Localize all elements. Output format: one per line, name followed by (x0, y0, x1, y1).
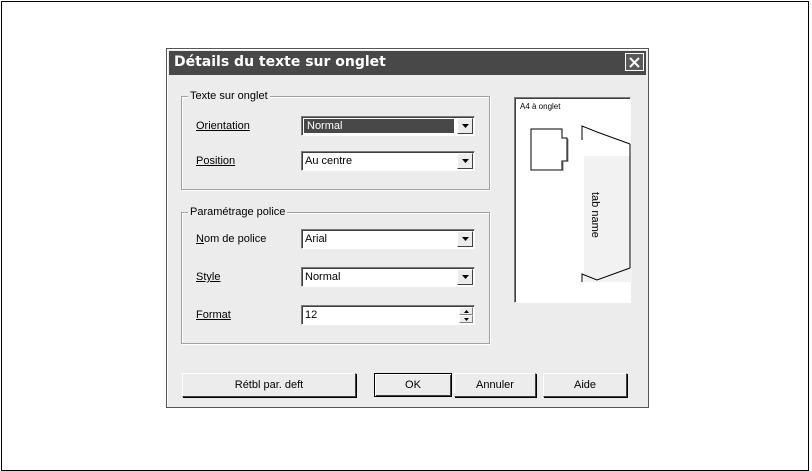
tab-text-group-legend: Texte sur onglet (188, 90, 270, 102)
font-name-label: Nom de police (196, 233, 266, 246)
position-value: Au centre (305, 155, 353, 167)
position-dropdown-button[interactable] (457, 153, 473, 169)
format-spinbox[interactable]: 12 (301, 305, 475, 325)
style-dropdown-button[interactable] (457, 269, 473, 285)
chevron-down-icon (461, 159, 469, 163)
font-name-value: Arial (305, 233, 328, 245)
cancel-button[interactable]: Annuler (454, 373, 536, 397)
dialog-title: Détails du texte sur onglet (174, 54, 386, 70)
reset-defaults-label: Rétbl par. deft (234, 379, 304, 391)
orientation-dropdown-button[interactable] (457, 118, 473, 134)
chevron-down-icon (463, 317, 469, 321)
cancel-label: Annuler (476, 379, 514, 391)
preview-illustration (530, 125, 632, 282)
tab-paper-preview: A4 à onglet tab name (514, 97, 632, 303)
style-label: Style (196, 271, 221, 283)
spin-up-button[interactable] (459, 307, 473, 315)
chevron-up-icon (463, 309, 469, 313)
font-name-label-text: Nom de police (196, 233, 267, 245)
orientation-value: Normal (304, 119, 454, 133)
close-icon (629, 56, 640, 68)
chevron-down-icon (461, 124, 469, 128)
tab-text-group: Texte sur onglet (181, 90, 490, 190)
ok-label: OK (405, 379, 421, 391)
ok-button[interactable]: OK (374, 373, 452, 397)
font-name-select[interactable]: Arial (301, 229, 475, 249)
title-bar[interactable]: Détails du texte sur onglet (169, 51, 646, 75)
style-select[interactable]: Normal (301, 267, 475, 287)
format-value: 12 (305, 309, 318, 321)
font-name-dropdown-button[interactable] (457, 231, 473, 247)
orientation-select[interactable]: Normal (301, 116, 475, 136)
style-value: Normal (305, 271, 341, 283)
chevron-down-icon (461, 275, 469, 279)
preview-tab-name: tab name (589, 192, 601, 238)
format-label: Format (196, 309, 231, 321)
spin-down-button[interactable] (459, 315, 473, 323)
tab-sheet-icon (530, 128, 569, 171)
tab-text-details-dialog: Détails du texte sur onglet Texte sur on… (166, 48, 649, 408)
position-select[interactable]: Au centre (301, 151, 475, 171)
position-label: Position (196, 155, 236, 167)
spin-arrows-icon[interactable] (459, 307, 473, 323)
orientation-label: Orientation (196, 120, 250, 132)
help-button[interactable]: Aide (543, 373, 627, 397)
chevron-down-icon (461, 237, 469, 241)
reset-defaults-button[interactable]: Rétbl par. deft (182, 373, 356, 397)
font-settings-group-legend: Paramétrage police (188, 206, 288, 218)
close-button[interactable] (625, 53, 644, 71)
help-label: Aide (573, 379, 597, 391)
